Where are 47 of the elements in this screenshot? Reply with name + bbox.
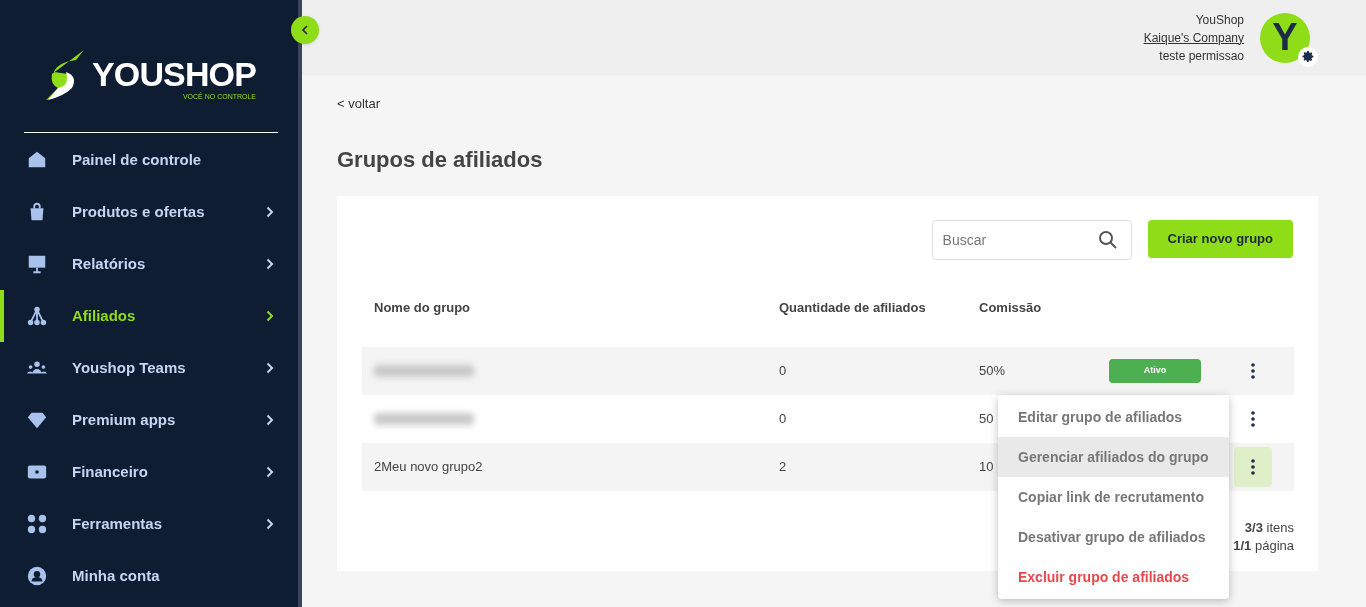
chevron-left-icon <box>301 25 309 35</box>
page-count: 1/1 página <box>1233 537 1294 555</box>
more-options-button[interactable] <box>1234 447 1272 487</box>
network-icon <box>26 305 48 327</box>
logo-wordmark: YOUSHOP <box>91 57 257 91</box>
table-cell: 50 <box>979 411 994 427</box>
kebab-icon <box>1251 411 1255 427</box>
sidebar-item[interactable]: Afiliados <box>0 290 302 342</box>
column-header: Quantidade de afiliados <box>779 298 927 317</box>
items-count: 3/3 itens <box>1244 519 1294 537</box>
presentation-board-icon <box>26 253 48 275</box>
sidebar-item[interactable]: Produtos e ofertas <box>0 186 302 238</box>
back-link[interactable]: < voltar <box>337 96 380 111</box>
sidebar-item[interactable]: Ferramentas <box>0 498 302 550</box>
kebab-icon <box>1251 363 1255 379</box>
search-field[interactable]: Buscar <box>931 220 1132 260</box>
menu-item[interactable]: Gerenciar afiliados do grupo <box>998 437 1229 477</box>
search-icon[interactable] <box>1097 230 1118 250</box>
kebab-icon <box>1251 459 1255 475</box>
sidebar-item[interactable]: Relatórios <box>0 238 302 290</box>
sidebar-item[interactable]: Minha conta <box>0 550 302 602</box>
table-cell: 2Meu novo grupo2 <box>374 459 483 475</box>
menu-item[interactable]: Excluir grupo de afiliados <box>998 557 1229 597</box>
menu-item[interactable]: Desativar grupo de afiliados <box>998 517 1229 557</box>
column-header: Comissão <box>979 298 1043 317</box>
account-name: YouShop <box>1195 11 1244 29</box>
grid-icon <box>26 513 48 535</box>
page-title: Grupos de afiliados <box>337 146 544 174</box>
menu-item[interactable]: Copiar link de recrutamento <box>998 477 1229 517</box>
sidebar-item[interactable]: Premium apps <box>0 394 302 446</box>
sidebar-item[interactable]: Financeiro <box>0 446 302 498</box>
table-cell: 10 <box>979 459 994 475</box>
sidebar-item[interactable]: Painel de controle <box>0 134 302 186</box>
table-cell: 0 <box>779 411 787 427</box>
column-header: Nome do grupo <box>373 298 472 317</box>
company-link[interactable]: Kaique's Company <box>1143 28 1244 47</box>
sidebar-item[interactable]: Youshop Teams <box>0 342 302 394</box>
table-cell: 50% <box>979 363 1006 379</box>
table-cell: 2 <box>779 459 787 475</box>
status-badge: Ativo <box>1109 359 1201 383</box>
table-cell: 0 <box>779 363 787 379</box>
avatar[interactable]: Y <box>1260 12 1310 63</box>
settings-icon[interactable] <box>1298 46 1318 67</box>
account-role: teste permissao <box>1159 47 1244 65</box>
create-group-button[interactable]: Criar novo grupo <box>1147 220 1293 258</box>
user-icon <box>26 565 48 587</box>
menu-item[interactable]: Editar grupo de afiliados <box>998 397 1229 437</box>
